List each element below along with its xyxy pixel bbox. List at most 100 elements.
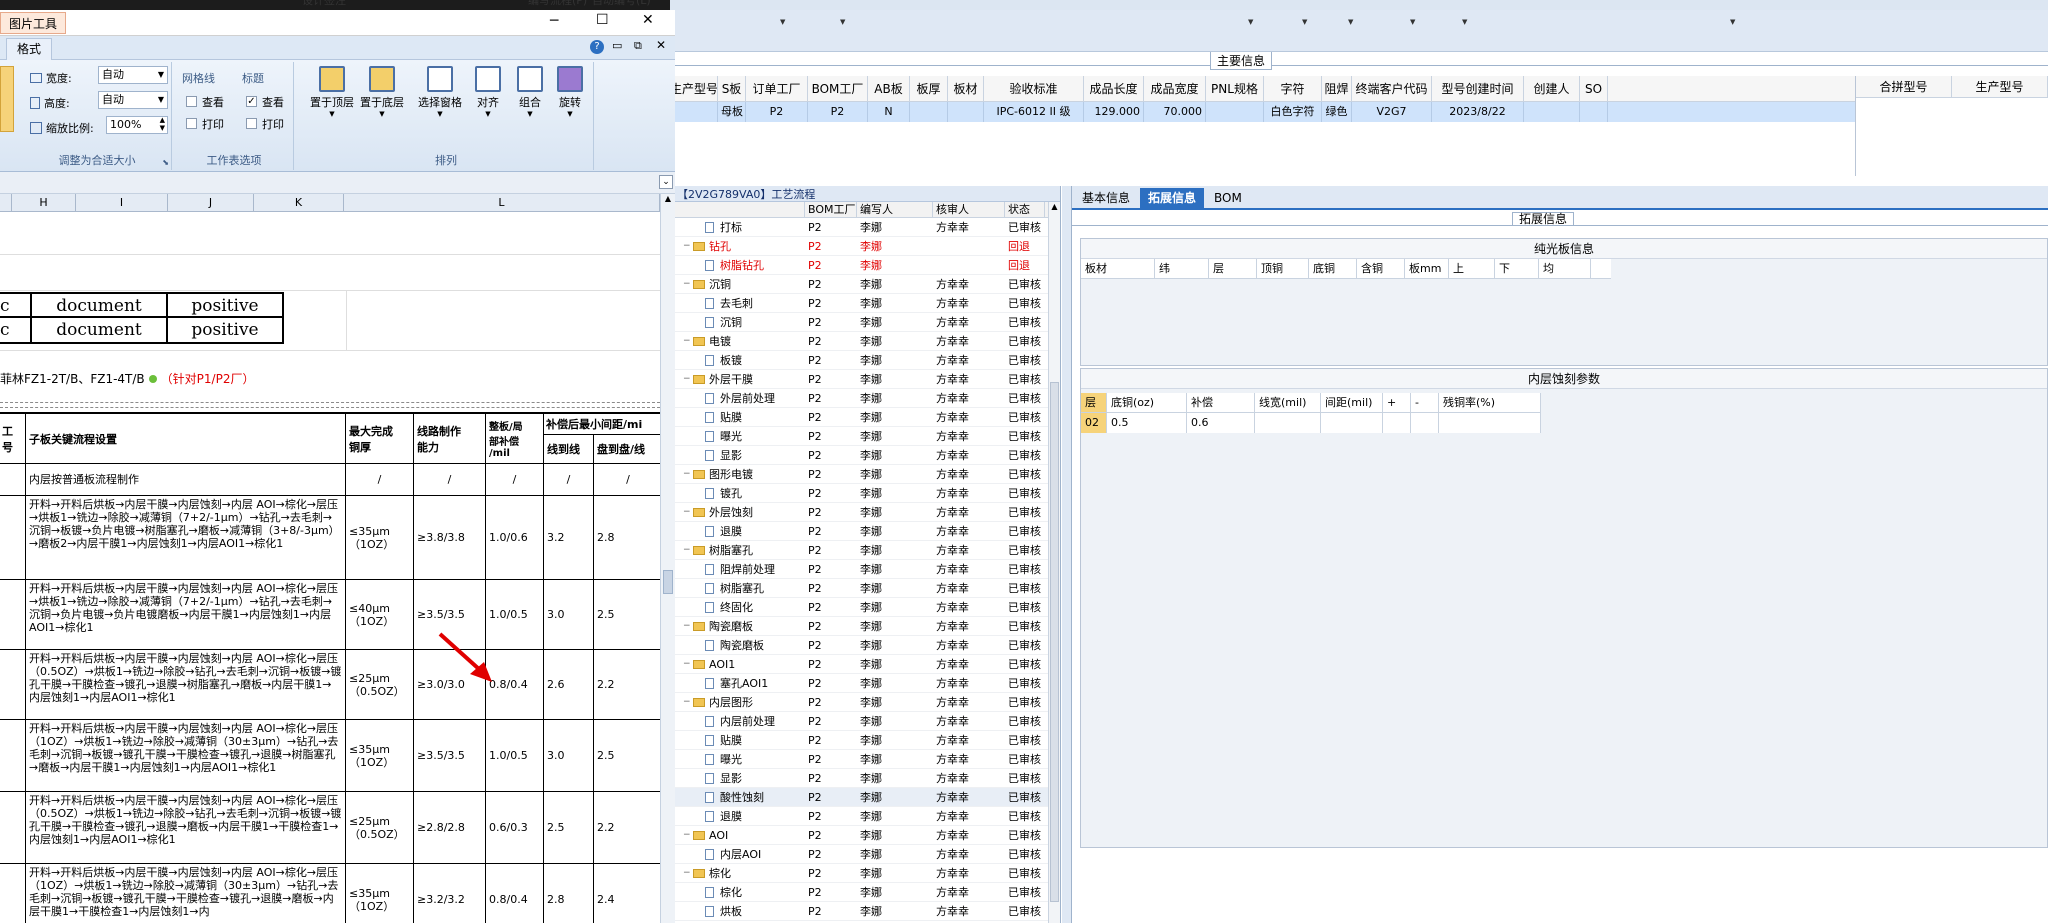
process-row[interactable]: 阻焊前处理 P2 李娜 方幸幸 已审核 (675, 560, 1060, 579)
inner-etch-cell[interactable] (1411, 413, 1439, 433)
top-menu-item[interactable]: 自动编号(L) (592, 0, 651, 7)
main-info-col-header[interactable]: SO (1580, 76, 1608, 101)
column-header[interactable]: K (254, 194, 344, 211)
dropdown-arrow-icon[interactable]: ▼ (1248, 18, 1253, 26)
main-info-col-header[interactable]: 成品长度 (1084, 76, 1144, 101)
main-info-col-header[interactable]: 板厚 (910, 76, 948, 101)
inner-etch-col-header[interactable]: 残铜率(%) (1439, 393, 1541, 412)
process-row[interactable]: 贴膜 P2 李娜 方幸幸 已审核 (675, 408, 1060, 427)
expand-formula-icon[interactable]: ⌄ (659, 175, 673, 189)
inner-etch-col-header[interactable]: + (1383, 393, 1411, 412)
expand-icon[interactable]: − (683, 503, 693, 521)
process-row[interactable]: − 棕化 P2 李娜 方幸幸 已审核 (675, 864, 1060, 883)
expand-icon[interactable]: − (683, 864, 693, 882)
process-row[interactable]: 酸性蚀刻 P2 李娜 方幸幸 已审核 (675, 788, 1060, 807)
expand-icon[interactable]: − (683, 465, 693, 483)
inner-etch-col-header[interactable]: - (1411, 393, 1439, 412)
process-col-header[interactable]: 核审人 (933, 202, 1005, 217)
inner-etch-cell[interactable] (1321, 413, 1383, 433)
gridlines-print-checkbox[interactable] (186, 118, 197, 129)
expand-icon[interactable]: − (683, 275, 693, 293)
process-row[interactable]: 显影 P2 李娜 方幸幸 已审核 (675, 769, 1060, 788)
sheet-vscroll-thumb[interactable] (663, 570, 673, 594)
process-row[interactable]: 外层前处理 P2 李娜 方幸幸 已审核 (675, 389, 1060, 408)
inner-etch-col-header[interactable]: 线宽(mil) (1255, 393, 1321, 412)
headings-view-checkbox[interactable]: ✓ (246, 96, 257, 107)
process-col-header[interactable]: BOM工厂 (805, 202, 857, 217)
main-info-row[interactable]: 母板 P2 P2 N IPC-6012 II 级 129.000 70.000 白色字符 绿色 V… (670, 102, 1855, 122)
main-info-col-header[interactable]: 型号创建时间 (1432, 76, 1524, 101)
process-row[interactable]: − 沉铜 P2 李娜 方幸幸 已审核 (675, 275, 1060, 294)
process-row[interactable]: − AOI1 P2 李娜 方幸幸 已审核 (675, 655, 1060, 674)
process-col-header[interactable]: 状态 (1005, 202, 1045, 217)
main-info-col-header[interactable]: 创建人 (1524, 76, 1580, 101)
process-row[interactable]: 棕化 P2 李娜 方幸幸 已审核 (675, 883, 1060, 902)
dropdown-arrow-icon[interactable]: ▼ (840, 18, 845, 26)
pure-board-col-header[interactable]: 纬 (1155, 259, 1209, 278)
arrange-button[interactable]: 置于底层 ▼ (356, 66, 408, 118)
process-row[interactable]: − AOI P2 李娜 方幸幸 已审核 (675, 826, 1060, 845)
inner-etch-col-header[interactable]: 层 (1081, 393, 1107, 412)
process-row[interactable]: 曝光 P2 李娜 方幸幸 已审核 (675, 750, 1060, 769)
pure-board-col-header[interactable]: 含铜 (1357, 259, 1405, 278)
merge-info-col-header[interactable]: 生产型号 (1952, 76, 2048, 97)
dropdown-arrow-icon[interactable]: ▼ (1348, 18, 1353, 26)
pure-board-col-header[interactable]: 下 (1495, 259, 1539, 278)
restore-button[interactable]: ☐ (596, 12, 609, 28)
process-row[interactable]: 树脂塞孔 P2 李娜 方幸幸 已审核 (675, 579, 1060, 598)
expand-icon[interactable]: − (683, 693, 693, 711)
expand-icon[interactable]: − (683, 617, 693, 635)
picture-tools-tab[interactable]: 图片工具 (0, 12, 67, 34)
process-row[interactable]: 陶瓷磨板 P2 李娜 方幸幸 已审核 (675, 636, 1060, 655)
dropdown-arrow-icon[interactable]: ▼ (780, 18, 785, 26)
main-info-col-header[interactable]: 生产型号 (670, 76, 718, 101)
expand-icon[interactable]: − (683, 826, 693, 844)
process-row[interactable]: 烘板 P2 李娜 方幸幸 已审核 (675, 902, 1060, 921)
scale-input[interactable]: 100% ▲ ▼ (106, 116, 168, 134)
width-select[interactable]: 自动 ▼ (98, 66, 168, 84)
close-button[interactable]: ✕ (642, 12, 654, 28)
arrange-button[interactable]: 选择窗格 ▼ (414, 66, 466, 118)
ribbon-left-stub[interactable] (0, 66, 14, 132)
note-anchor-icon[interactable] (148, 375, 157, 383)
expand-icon[interactable]: − (683, 370, 693, 388)
process-row[interactable]: − 外层蚀刻 P2 李娜 方幸幸 已审核 (675, 503, 1060, 522)
inner-etch-cell[interactable] (1383, 413, 1411, 433)
inner-etch-col-header[interactable]: 补偿 (1187, 393, 1255, 412)
process-row[interactable]: 显影 P2 李娜 方幸幸 已审核 (675, 446, 1060, 465)
pure-board-col-header[interactable]: 板mm (1405, 259, 1449, 278)
process-row[interactable]: 曝光 P2 李娜 方幸幸 已审核 (675, 427, 1060, 446)
main-info-col-header[interactable]: BOM工厂 (808, 76, 868, 101)
dropdown-arrow-icon[interactable]: ▼ (1462, 18, 1467, 26)
process-row[interactable]: − 内层图形 P2 李娜 方幸幸 已审核 (675, 693, 1060, 712)
inner-etch-col-header[interactable]: 间距(mil) (1321, 393, 1383, 412)
pure-board-col-header[interactable]: 底铜 (1309, 259, 1357, 278)
height-select[interactable]: 自动 ▼ (98, 91, 168, 109)
pure-board-col-header[interactable]: 上 (1449, 259, 1495, 278)
main-info-col-header[interactable]: 成品宽度 (1144, 76, 1206, 101)
main-info-col-header[interactable]: S板 (718, 76, 746, 101)
process-row[interactable]: − 钻孔 P2 李娜 回退 (675, 237, 1060, 256)
process-row[interactable]: 树脂钻孔 P2 李娜 回退 (675, 256, 1060, 275)
inner-etch-cell[interactable] (1255, 413, 1321, 433)
dropdown-arrow-icon[interactable]: ▼ (1410, 18, 1415, 26)
expand-icon[interactable]: − (683, 541, 693, 559)
process-row[interactable]: 内层AOI P2 李娜 方幸幸 已审核 (675, 845, 1060, 864)
ribbon-minimize-icon[interactable]: ▭ (612, 39, 622, 52)
inner-etch-cell[interactable]: 0.6 (1187, 413, 1255, 433)
arrange-button[interactable]: 组合 ▼ (510, 66, 550, 118)
inner-etch-cell[interactable]: 0.5 (1107, 413, 1187, 433)
process-row[interactable]: 塞孔AOI1 P2 李娜 方幸幸 已审核 (675, 674, 1060, 693)
process-col-header[interactable]: 编写人 (857, 202, 933, 217)
merge-info-col-header[interactable]: 合拼型号 (1856, 76, 1952, 97)
column-header[interactable]: H (12, 194, 76, 211)
size-dialog-launcher[interactable]: ⬊ (162, 158, 169, 167)
process-row[interactable]: 板镀 P2 李娜 方幸幸 已审核 (675, 351, 1060, 370)
top-menu-item[interactable]: 设计签注 (302, 0, 346, 7)
arrange-button[interactable]: 置于顶层 ▼ (306, 66, 358, 118)
scroll-up-icon[interactable]: ▲ (1049, 202, 1060, 211)
process-row[interactable]: 退膜 P2 李娜 方幸幸 已审核 (675, 522, 1060, 541)
main-info-col-header[interactable]: 字符 (1264, 76, 1322, 101)
process-row[interactable]: 贴膜 P2 李娜 方幸幸 已审核 (675, 731, 1060, 750)
splitter[interactable] (1062, 186, 1072, 923)
